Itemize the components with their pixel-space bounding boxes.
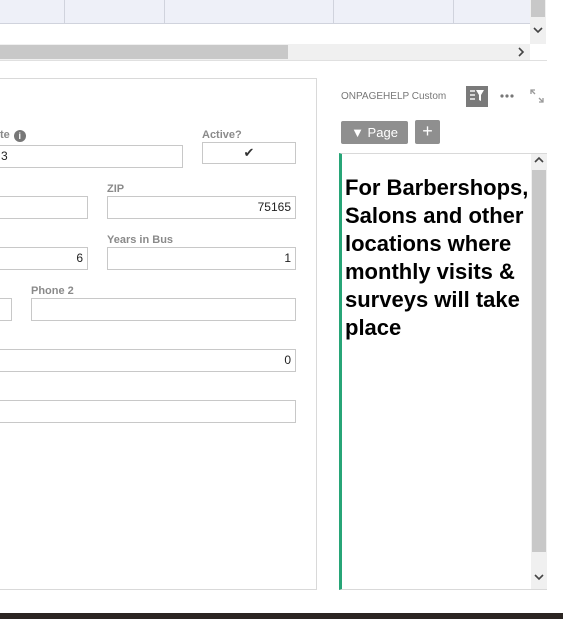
help-panel-title: ONPAGEHELP Custom xyxy=(341,91,447,102)
grid-vertical-scrollbar[interactable] xyxy=(530,0,546,44)
chevron-down-icon[interactable] xyxy=(533,572,545,582)
more-horizontal-icon[interactable] xyxy=(500,94,514,98)
info-icon[interactable]: i xyxy=(13,130,26,142)
zip-label: ZIP xyxy=(107,183,125,195)
grid-horizontal-scrollbar[interactable] xyxy=(0,44,530,60)
field-row4-left[interactable] xyxy=(0,298,12,321)
page-button[interactable]: ▼ Page xyxy=(341,121,408,144)
field-row5[interactable]: 0 xyxy=(0,349,296,372)
help-text: For Barbershops, Salons and other locati… xyxy=(345,175,529,340)
divider xyxy=(0,60,547,61)
filter-list-icon xyxy=(470,90,484,101)
date-field[interactable]: 3 xyxy=(0,145,183,168)
scrollbar-thumb[interactable] xyxy=(532,170,546,552)
field-row6[interactable] xyxy=(0,400,296,423)
grid-cell-divider xyxy=(453,0,454,24)
scrollbar-thumb[interactable] xyxy=(0,45,288,59)
help-content-box: For Barbershops, Salons and other locati… xyxy=(339,153,547,590)
bottom-bar xyxy=(0,613,563,619)
grid-cell-divider xyxy=(333,0,334,24)
chevron-down-icon[interactable] xyxy=(532,25,544,35)
phone2-label: Phone 2 xyxy=(31,285,74,297)
field-row2-left[interactable] xyxy=(0,196,88,219)
add-button[interactable]: + xyxy=(415,120,440,144)
filter-button[interactable] xyxy=(466,86,488,107)
help-vertical-scrollbar[interactable] xyxy=(531,154,547,589)
chevron-right-icon[interactable] xyxy=(516,44,526,60)
date-label: te i xyxy=(0,129,26,142)
years-in-bus-field[interactable]: 1 xyxy=(107,247,296,270)
expand-icon[interactable] xyxy=(530,89,544,103)
scrollbar-thumb[interactable] xyxy=(531,0,545,17)
active-label: Active? xyxy=(202,129,242,141)
zip-field[interactable]: 75165 xyxy=(107,196,296,219)
chevron-up-icon[interactable] xyxy=(533,155,545,165)
grid-row[interactable] xyxy=(0,0,530,24)
field-row3-left[interactable]: 6 xyxy=(0,247,88,270)
checkmark-icon: ✔ xyxy=(243,145,255,160)
grid-cell-divider xyxy=(64,0,65,24)
phone2-field[interactable] xyxy=(31,298,296,321)
years-in-bus-label: Years in Bus xyxy=(107,234,174,246)
active-checkbox[interactable]: ✔ xyxy=(202,142,296,164)
grid-cell-divider xyxy=(164,0,165,24)
